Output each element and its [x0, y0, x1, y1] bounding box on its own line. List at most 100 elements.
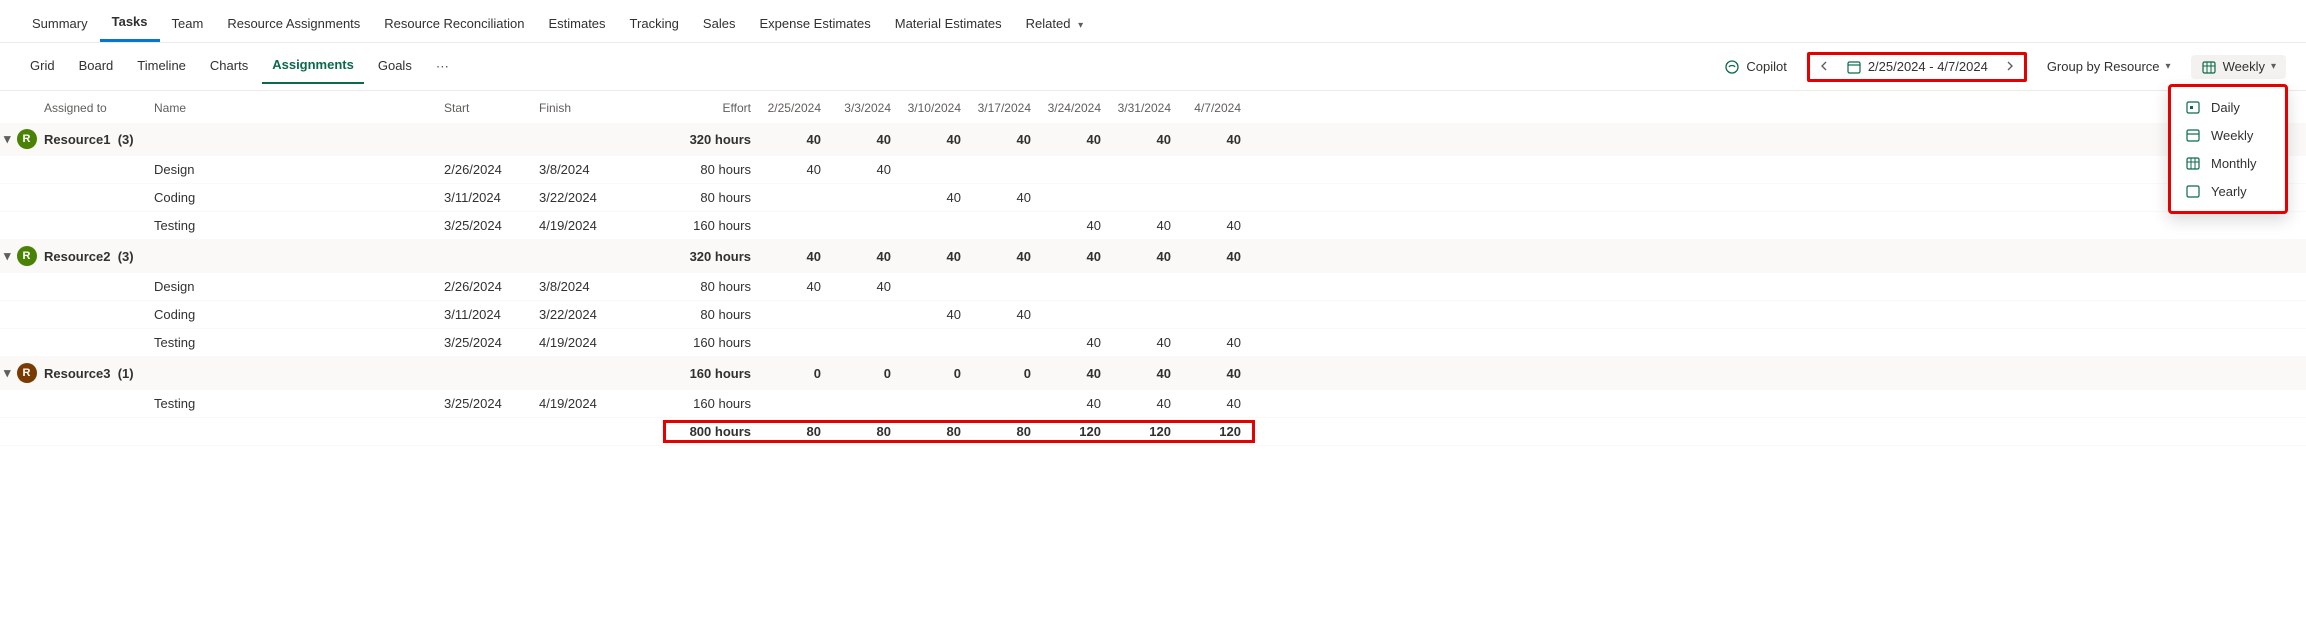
- col-date[interactable]: 4/7/2024: [1179, 101, 1249, 115]
- timescale-button[interactable]: Weekly ▾: [2191, 55, 2286, 79]
- tab-resource-assignments[interactable]: Resource Assignments: [215, 8, 372, 41]
- grid-cell[interactable]: 40: [759, 249, 829, 264]
- grid-cell[interactable]: 40: [899, 307, 969, 322]
- grid-cell[interactable]: 40: [969, 249, 1039, 264]
- grid-cell[interactable]: 40: [969, 307, 1039, 322]
- task-start: 2/26/2024: [444, 162, 539, 177]
- subtab-timeline[interactable]: Timeline: [127, 50, 196, 83]
- col-date[interactable]: 3/31/2024: [1109, 101, 1179, 115]
- tab-sales[interactable]: Sales: [691, 8, 748, 41]
- col-finish[interactable]: Finish: [539, 101, 669, 115]
- group-row[interactable]: ▾ R Resource3 (1) 160 hours 0000404040: [0, 357, 2306, 390]
- grid-cell[interactable]: 40: [1109, 335, 1179, 350]
- grid-cell[interactable]: 40: [1109, 366, 1179, 381]
- col-start[interactable]: Start: [444, 101, 539, 115]
- grid-cell[interactable]: 40: [1039, 249, 1109, 264]
- expand-icon[interactable]: ▾: [4, 365, 11, 381]
- grid-cell[interactable]: 40: [1039, 218, 1109, 233]
- group-row[interactable]: ▾ R Resource2 (3) 320 hours 404040404040…: [0, 240, 2306, 273]
- task-row[interactable]: Design 2/26/2024 3/8/2024 80 hours 4040: [0, 156, 2306, 184]
- subtab-goals[interactable]: Goals: [368, 50, 422, 83]
- col-name[interactable]: Name: [154, 101, 444, 115]
- tab-material-estimates[interactable]: Material Estimates: [883, 8, 1014, 41]
- dropdown-item-weekly[interactable]: Weekly: [2171, 121, 2285, 149]
- grid-cell[interactable]: 40: [759, 132, 829, 147]
- grid-cell[interactable]: 40: [1179, 218, 1249, 233]
- task-row[interactable]: Testing 3/25/2024 4/19/2024 160 hours 40…: [0, 329, 2306, 357]
- col-effort[interactable]: Effort: [669, 101, 759, 115]
- tab-tasks[interactable]: Tasks: [100, 6, 160, 42]
- tab-estimates[interactable]: Estimates: [536, 8, 617, 41]
- date-range-button[interactable]: 2/25/2024 - 4/7/2024: [1838, 55, 1996, 79]
- grid-cell[interactable]: 40: [759, 162, 829, 177]
- date-next-button[interactable]: [1996, 55, 2022, 78]
- col-date[interactable]: 3/17/2024: [969, 101, 1039, 115]
- grid-cell[interactable]: 40: [829, 279, 899, 294]
- subtab-more[interactable]: ⋯: [426, 51, 461, 83]
- grid-cell[interactable]: 40: [899, 190, 969, 205]
- dropdown-item-daily[interactable]: Daily: [2171, 93, 2285, 121]
- copilot-button[interactable]: Copilot: [1714, 55, 1796, 79]
- col-date[interactable]: 3/10/2024: [899, 101, 969, 115]
- grid-cell[interactable]: 40: [1179, 366, 1249, 381]
- task-row[interactable]: Testing 3/25/2024 4/19/2024 160 hours 40…: [0, 390, 2306, 418]
- grid-cell[interactable]: 40: [899, 132, 969, 147]
- grid-cell[interactable]: 40: [1179, 396, 1249, 411]
- expand-icon[interactable]: ▾: [4, 131, 11, 147]
- grid-cell[interactable]: 40: [1039, 396, 1109, 411]
- tab-resource-reconciliation[interactable]: Resource Reconciliation: [372, 8, 536, 41]
- task-row[interactable]: Testing 3/25/2024 4/19/2024 160 hours 40…: [0, 212, 2306, 240]
- tab-team[interactable]: Team: [160, 8, 216, 41]
- grid-cell[interactable]: 40: [829, 162, 899, 177]
- grid-cell[interactable]: 40: [1109, 396, 1179, 411]
- subtab-board[interactable]: Board: [69, 50, 124, 83]
- dropdown-item-monthly[interactable]: Monthly: [2171, 149, 2285, 177]
- dropdown-item-yearly[interactable]: Yearly: [2171, 177, 2285, 205]
- tab-summary[interactable]: Summary: [20, 8, 100, 41]
- grid-cell[interactable]: 0: [969, 366, 1039, 381]
- date-prev-button[interactable]: [1812, 55, 1838, 78]
- grid-cell[interactable]: 40: [829, 249, 899, 264]
- group-row[interactable]: ▾ R Resource1 (3) 320 hours 404040404040…: [0, 123, 2306, 156]
- grid-cell[interactable]: 120: [1109, 424, 1179, 439]
- grid-cell[interactable]: 120: [1179, 424, 1249, 439]
- grid-cell[interactable]: 40: [1109, 249, 1179, 264]
- grid-cell[interactable]: 0: [829, 366, 899, 381]
- grid-cell[interactable]: 40: [759, 279, 829, 294]
- subtab-assignments[interactable]: Assignments: [262, 49, 364, 84]
- tab-tracking[interactable]: Tracking: [618, 8, 691, 41]
- grid-cell[interactable]: 0: [759, 366, 829, 381]
- grid-cell[interactable]: 40: [1109, 218, 1179, 233]
- grid-cell[interactable]: 80: [969, 424, 1039, 439]
- subtab-grid[interactable]: Grid: [20, 50, 65, 83]
- grid-cell[interactable]: 120: [1039, 424, 1109, 439]
- grid-cell[interactable]: 40: [1179, 132, 1249, 147]
- grid-cell[interactable]: 40: [1179, 335, 1249, 350]
- grid-cell[interactable]: 40: [829, 132, 899, 147]
- task-row[interactable]: Coding 3/11/2024 3/22/2024 80 hours 4040: [0, 184, 2306, 212]
- group-by-button[interactable]: Group by Resource ▾: [2037, 55, 2181, 78]
- tab-related[interactable]: Related ▾: [1014, 8, 1095, 41]
- task-row[interactable]: Design 2/26/2024 3/8/2024 80 hours 4040: [0, 273, 2306, 301]
- col-date[interactable]: 2/25/2024: [759, 101, 829, 115]
- grid-cell[interactable]: 40: [1179, 249, 1249, 264]
- group-name: Resource1 (3): [44, 132, 154, 147]
- task-row[interactable]: Coding 3/11/2024 3/22/2024 80 hours 4040: [0, 301, 2306, 329]
- grid-cell[interactable]: 40: [969, 132, 1039, 147]
- expand-icon[interactable]: ▾: [4, 248, 11, 264]
- grid-cell[interactable]: 80: [759, 424, 829, 439]
- grid-cell[interactable]: 40: [1109, 132, 1179, 147]
- tab-expense-estimates[interactable]: Expense Estimates: [747, 8, 882, 41]
- subtab-charts[interactable]: Charts: [200, 50, 258, 83]
- grid-cell[interactable]: 40: [899, 249, 969, 264]
- grid-cell[interactable]: 40: [1039, 366, 1109, 381]
- grid-cell[interactable]: 40: [1039, 335, 1109, 350]
- grid-cell[interactable]: 40: [969, 190, 1039, 205]
- grid-cell[interactable]: 80: [899, 424, 969, 439]
- grid-cell[interactable]: 40: [1039, 132, 1109, 147]
- grid-cell[interactable]: 0: [899, 366, 969, 381]
- col-date[interactable]: 3/3/2024: [829, 101, 899, 115]
- grid-cell[interactable]: 80: [829, 424, 899, 439]
- col-date[interactable]: 3/24/2024: [1039, 101, 1109, 115]
- col-assigned[interactable]: Assigned to: [44, 101, 154, 115]
